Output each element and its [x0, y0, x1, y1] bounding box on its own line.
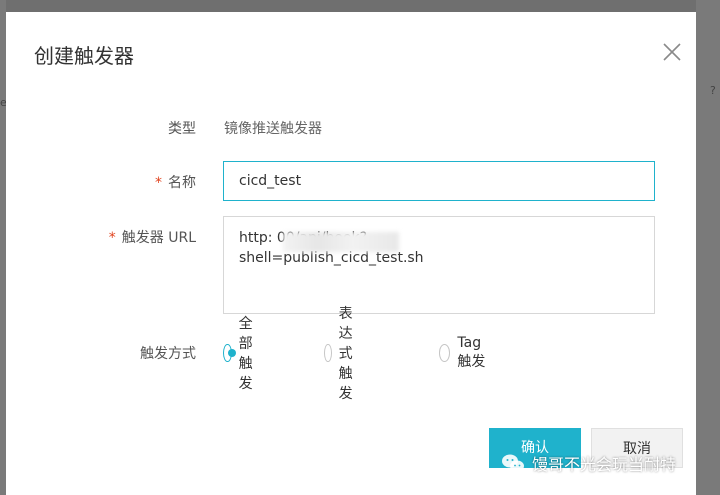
radio-expression[interactable]: 表达式触发 [324, 306, 363, 402]
required-mark: * [155, 175, 162, 191]
radio-tag[interactable]: Tag触发 [439, 335, 488, 370]
dialog-title: 创建触发器 [34, 44, 134, 68]
cancel-button[interactable]: 取消 [591, 428, 683, 468]
radio-unchecked-icon[interactable] [324, 344, 332, 362]
name-label: * 名称 [155, 175, 196, 191]
background-text: ? [710, 84, 716, 97]
type-label: 类型 [168, 121, 196, 137]
mode-label: 触发方式 [140, 346, 196, 362]
radio-checked-icon[interactable] [223, 344, 236, 362]
name-input[interactable]: cicd_test [223, 161, 655, 201]
required-mark: * [108, 230, 116, 246]
close-icon [663, 43, 681, 61]
backdrop-right [696, 0, 720, 495]
radio-unchecked-icon[interactable] [439, 344, 451, 362]
url-textarea[interactable]: http: 00/api/hook? shell=publish_cicd_te… [223, 216, 655, 314]
redacted-host [283, 232, 399, 252]
confirm-button[interactable]: 确认 [489, 428, 581, 468]
radio-all[interactable]: 全部触发 [223, 316, 262, 392]
type-value: 镜像推送触发器 [224, 121, 322, 137]
create-trigger-dialog: 创建触发器 类型 镜像推送触发器 * 名称 cicd_test * 触发器 URL … [6, 12, 696, 495]
url-label: * 触发器 URL [108, 230, 196, 246]
close-button[interactable] [660, 40, 684, 64]
